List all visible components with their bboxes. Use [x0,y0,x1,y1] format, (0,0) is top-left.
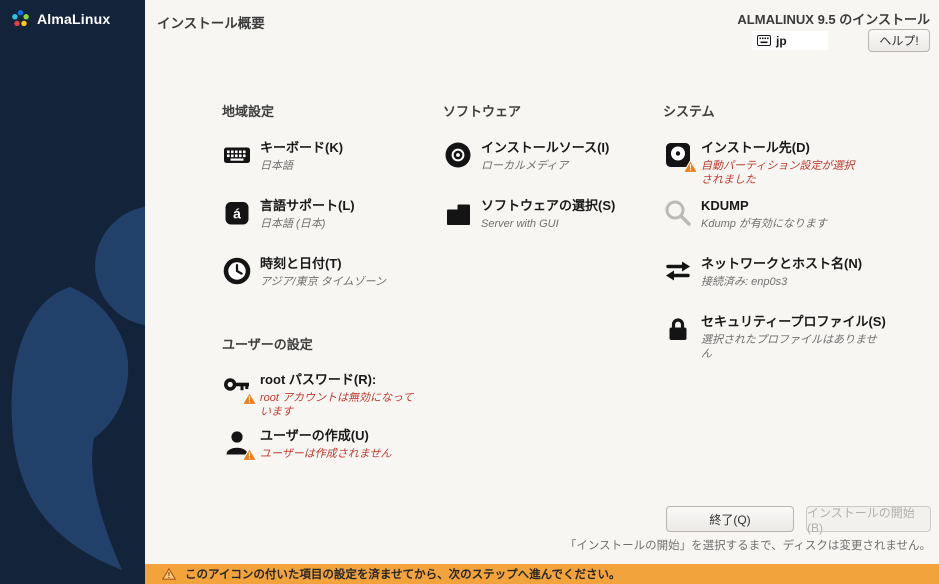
spoke-status: Kdump が有効になります [701,217,827,231]
spoke-title: root パスワード(R): [260,372,413,388]
spoke-title: ネットワークとホスト名(N) [701,256,862,272]
section-title-localization: 地域設定 [222,101,274,120]
svg-text:!: ! [248,451,251,461]
spoke-title: ソフトウェアの選択(S) [481,198,615,214]
spoke-software-selection[interactable]: ソフトウェアの選択(S) Server with GUI [443,198,615,231]
key-icon: ! [222,372,252,402]
spoke-installation-source[interactable]: インストールソース(I) ローカルメディア [443,140,609,173]
user-icon: ! [222,428,252,458]
warning-triangle-icon: ! [162,568,176,580]
section-title-system: システム [663,101,715,120]
begin-installation-button[interactable]: インストールの開始(B) [806,506,931,532]
spoke-title: 時刻と日付(T) [260,256,386,272]
spoke-title: インストール先(D) [701,140,854,156]
help-button[interactable]: ヘルプ! [868,29,930,52]
disc-icon [443,140,473,170]
lock-icon [663,314,693,344]
spoke-security-profile[interactable]: セキュリティープロファイル(S) 選択されたプロファイルはありません [663,314,886,361]
keyboard-layout-indicator[interactable]: jp [752,31,828,50]
svg-text:!: ! [689,163,692,173]
spoke-language-support[interactable]: á 言語サポート(L) 日本語 (日本) [222,198,355,231]
svg-text:á: á [233,206,241,222]
spoke-title: キーボード(K) [260,140,343,156]
brand: AlmaLinux [10,8,110,29]
spoke-warning: 自動パーティション設定が選択 されました [701,159,854,187]
spoke-root-password[interactable]: ! root パスワード(R): root アカウントは無効になって います [222,372,413,419]
spoke-warning: ユーザーは作成されません [260,447,391,461]
product-title: ALMALINUX 9.5 のインストール [737,9,930,28]
magnifier-icon [663,198,693,228]
quit-button[interactable]: 終了(Q) [666,506,794,532]
spoke-kdump[interactable]: KDUMP Kdump が有効になります [663,198,827,231]
almalinux-logo-icon [10,8,31,29]
installer-window: AlmaLinux インストール概要 ALMALINUX 9.5 のインストール… [0,0,939,584]
svg-text:!: ! [248,395,251,405]
spoke-status: アジア/東京 タイムゾーン [260,275,386,289]
warning-badge-icon: ! [242,448,257,461]
spoke-title: KDUMP [701,198,827,214]
disk-icon: ! [663,140,693,170]
warning-bar-text: このアイコンの付いた項目の設定を済ませてから、次のステップへ進んでください。 [185,566,621,582]
spoke-network-hostname[interactable]: ネットワークとホスト名(N) 接続済み: enp0s3 [663,256,862,289]
sidebar: AlmaLinux [0,0,145,584]
warning-badge-icon: ! [242,392,257,405]
spoke-warning: root アカウントは無効になって います [260,391,413,419]
page-title: インストール概要 [157,12,265,32]
spoke-installation-destination[interactable]: ! インストール先(D) 自動パーティション設定が選択 されました [663,140,854,187]
keyboard-layout-icon [757,35,771,46]
spoke-time-date[interactable]: 時刻と日付(T) アジア/東京 タイムゾーン [222,256,386,289]
spoke-user-creation[interactable]: ! ユーザーの作成(U) ユーザーは作成されません [222,428,391,461]
spoke-status: 日本語 (日本) [260,217,355,231]
spoke-title: セキュリティープロファイル(S) [701,314,886,330]
spoke-keyboard[interactable]: キーボード(K) 日本語 [222,140,343,173]
disk-change-note: 「インストールの開始」を選択するまで、ディスクは変更されません。 [565,537,931,553]
network-icon [663,256,693,286]
almalinux-watermark [0,198,145,578]
brand-name: AlmaLinux [37,11,110,27]
clock-icon [222,256,252,286]
spoke-title: インストールソース(I) [481,140,609,156]
spoke-status: 接続済み: enp0s3 [701,275,862,289]
section-title-software: ソフトウェア [443,101,521,120]
language-icon: á [222,198,252,228]
warning-bar: ! このアイコンの付いた項目の設定を済ませてから、次のステップへ進んでください。 [145,564,939,584]
section-title-user-settings: ユーザーの設定 [222,334,313,353]
spoke-status: 日本語 [260,159,343,173]
keyboard-layout-code: jp [776,34,787,48]
spoke-status: 選択されたプロファイルはありません [701,333,886,361]
spoke-title: 言語サポート(L) [260,198,355,214]
svg-text:!: ! [168,571,171,580]
spoke-title: ユーザーの作成(U) [260,428,391,444]
keyboard-icon [222,140,252,170]
warning-badge-icon: ! [683,160,698,173]
package-icon [443,198,473,228]
spoke-status: ローカルメディア [481,159,609,173]
spoke-status: Server with GUI [481,217,615,231]
